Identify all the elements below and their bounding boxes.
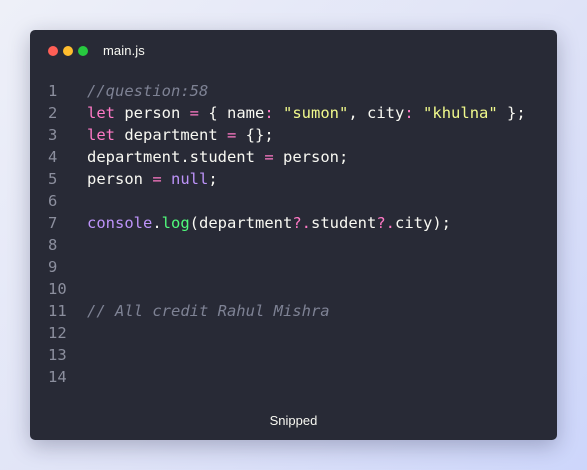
code-token-punct: department.student: [87, 148, 265, 166]
code-token-punct: student: [311, 214, 377, 232]
maximize-window-dot-icon[interactable]: [78, 46, 88, 56]
code-token-punct: city);: [395, 214, 451, 232]
code-line: 13: [30, 344, 557, 366]
code-token-punct: {};: [236, 126, 274, 144]
code-line: 7 console.log(department?.student?.city);: [30, 212, 557, 234]
line-number: 1: [48, 82, 58, 100]
code-line: 3 let department = {};: [30, 124, 557, 146]
line-source: //question:58: [87, 80, 208, 102]
code-token-builtin: console: [87, 214, 153, 232]
code-token-func: log: [161, 214, 190, 232]
line-source: person = null;: [87, 168, 218, 190]
code-snippet-window: main.js 1 //question:58 2 let person = { na…: [30, 30, 557, 440]
line-source: console.log(department?.student?.city);: [87, 212, 451, 234]
line-number: 12: [48, 324, 67, 342]
code-token-punct: , city: [348, 104, 405, 122]
code-token-punct: .: [152, 214, 162, 232]
line-source: department.student = person;: [87, 146, 348, 168]
code-token-op: =: [189, 104, 199, 122]
code-line: 4 department.student = person;: [30, 146, 557, 168]
code-token-op: =: [152, 170, 162, 188]
line-number: 3: [48, 126, 58, 144]
line-number: 4: [48, 148, 58, 166]
code-line: 1 //question:58: [30, 80, 557, 102]
code-line: 2 let person = { name: "sumon", city: "kh…: [30, 102, 557, 124]
line-number: 10: [48, 280, 67, 298]
line-number: 7: [48, 214, 58, 232]
window-titlebar: main.js: [30, 30, 557, 72]
code-token-null: null: [171, 170, 209, 188]
code-token-punct: [414, 104, 423, 122]
line-number: 13: [48, 346, 67, 364]
file-name: main.js: [103, 43, 145, 58]
code-token-keyword: let: [87, 104, 115, 122]
line-source: let person = { name: "sumon", city: "khu…: [87, 102, 526, 124]
line-number: 5: [48, 170, 58, 188]
code-token-punct: (department: [189, 214, 293, 232]
code-token-string: "sumon": [283, 104, 349, 122]
code-line: 10: [30, 278, 557, 300]
line-source: // All credit Rahul Mishra: [87, 300, 330, 322]
code-token-punct: [274, 104, 283, 122]
code-token-punct: { name: [199, 104, 265, 122]
code-line: 14: [30, 366, 557, 388]
line-source: let department = {};: [87, 124, 274, 146]
snipped-footer-label: Snipped: [269, 413, 318, 428]
minimize-window-dot-icon[interactable]: [63, 46, 73, 56]
line-number: 2: [48, 104, 58, 122]
code-token-comment: // All credit Rahul Mishra: [87, 302, 330, 320]
close-window-dot-icon[interactable]: [48, 46, 58, 56]
code-token-punct: };: [497, 104, 526, 122]
line-number: 8: [48, 236, 58, 254]
line-number: 14: [48, 368, 67, 386]
code-line: 9: [30, 256, 557, 278]
code-line: 12: [30, 322, 557, 344]
code-token-comment: //question:58: [87, 82, 209, 100]
code-token-op: =: [226, 126, 237, 144]
line-number: 6: [48, 192, 58, 210]
line-number: 9: [48, 258, 58, 276]
code-token-punct: person: [115, 104, 190, 122]
code-token-punct: ;: [208, 170, 218, 188]
code-token-punct: person: [87, 170, 153, 188]
code-line: 8: [30, 234, 557, 256]
code-token-punct: department: [115, 126, 227, 144]
code-token-punct: person;: [273, 148, 349, 166]
code-token-keyword: let: [87, 126, 115, 144]
code-token-op: ?.: [376, 214, 395, 232]
code-token-string: "khulna": [423, 104, 498, 122]
code-line: 5 person = null;: [30, 168, 557, 190]
code-token-op: :: [264, 104, 274, 122]
code-line: 6: [30, 190, 557, 212]
code-token-op: ?.: [292, 214, 311, 232]
code-token-punct: [162, 170, 171, 188]
code-token-op: :: [404, 104, 414, 122]
code-token-op: =: [264, 148, 274, 166]
code-editor: 1 //question:58 2 let person = { name: "sum…: [30, 80, 557, 388]
line-number: 11: [48, 302, 67, 320]
code-line: 11 // All credit Rahul Mishra: [30, 300, 557, 322]
